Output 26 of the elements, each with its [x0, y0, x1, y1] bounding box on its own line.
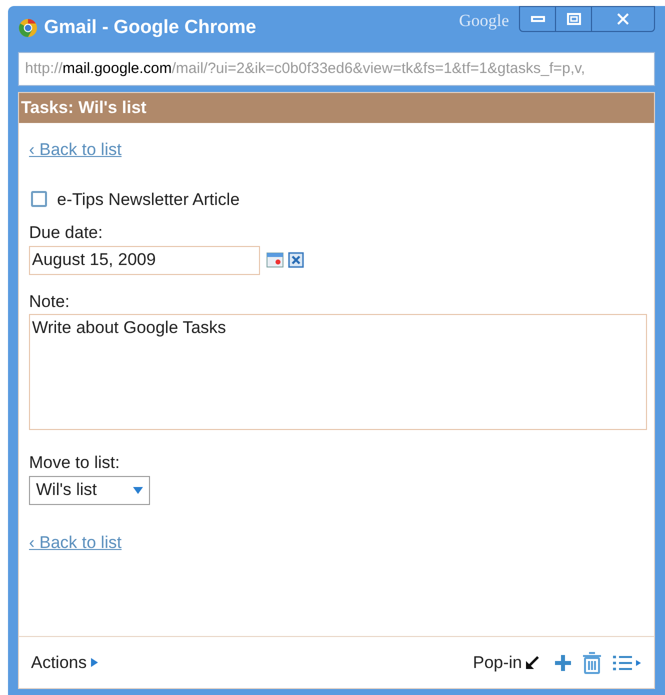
add-icon[interactable]	[554, 654, 572, 672]
chrome-logo-icon	[18, 18, 38, 38]
caret-icon	[133, 486, 143, 494]
minimize-icon	[530, 16, 544, 22]
arrow-right-icon	[90, 658, 98, 667]
note-field[interactable]: Write about Google Tasks	[29, 314, 647, 430]
maximize-icon	[566, 13, 580, 25]
note-label: Note:	[29, 290, 70, 312]
move-to-list-label: Move to list:	[29, 452, 120, 474]
close-icon	[616, 13, 630, 25]
window-title: Gmail - Google Chrome	[44, 16, 256, 40]
due-date-field[interactable]: August 15, 2009	[29, 246, 260, 274]
task-checkbox[interactable]	[31, 191, 47, 208]
list-options-icon[interactable]	[612, 654, 642, 672]
calendar-icon[interactable]	[266, 252, 284, 268]
address-bar[interactable]: http://mail.google.com/mail/?ui=2&ik=c0b0f33ed6&view=tk&fs=1&tf=1&gtasks_f=p,v,	[18, 52, 655, 86]
arrow-down-left-icon	[524, 654, 540, 670]
clear-date-icon[interactable]	[288, 252, 304, 268]
pop-in-button[interactable]: Pop-in	[472, 650, 540, 676]
list-header: Tasks: Wil's list	[19, 93, 654, 123]
actions-menu[interactable]: Actions	[31, 650, 98, 676]
due-date-label: Due date:	[29, 222, 103, 244]
trash-icon[interactable]	[582, 652, 602, 674]
task-title: e-Tips Newsletter Article	[57, 188, 240, 210]
brand-label: Google	[458, 10, 509, 32]
list-dropdown[interactable]: Wil's list	[29, 476, 150, 504]
